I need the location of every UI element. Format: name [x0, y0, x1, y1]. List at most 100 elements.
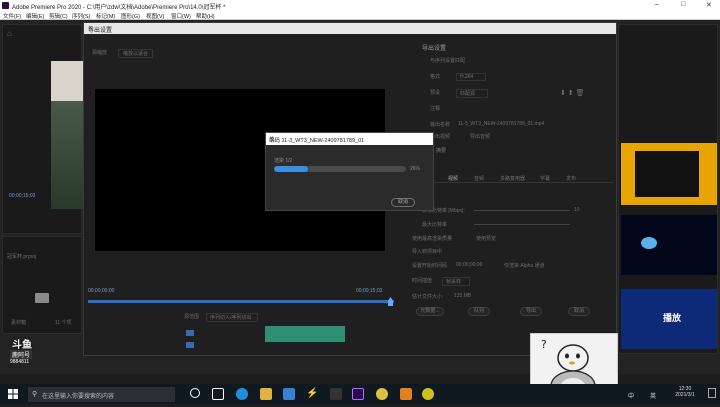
- set-start-tc-checkbox[interactable]: 设置开始时间码: [412, 262, 447, 269]
- dialog-header: 导出设置 ✕: [84, 23, 616, 34]
- use-preview-checkbox[interactable]: 使用预览: [476, 235, 496, 242]
- maximize-icon[interactable]: □: [681, 1, 685, 8]
- save-preset-icon[interactable]: ⬇ ⬆ 🗑: [560, 89, 585, 97]
- tab-audio[interactable]: 音频: [474, 175, 484, 182]
- import-project-checkbox[interactable]: 导入到项目中: [412, 248, 442, 255]
- track-a1-toggle[interactable]: [186, 330, 194, 336]
- start-timecode: 00;00;00;00: [456, 262, 483, 268]
- menu-help[interactable]: 帮助(H): [196, 12, 215, 20]
- settings-tabs: 效果 视频 音频 多路复用器 字幕 发布: [414, 175, 614, 183]
- progress-bar: [274, 166, 406, 172]
- time-interp-select[interactable]: 帧采样: [442, 277, 471, 286]
- range-select[interactable]: 序列切入/序列切出: [206, 313, 259, 322]
- right-panel: 播放: [618, 24, 718, 354]
- menu-view[interactable]: 视图(V): [146, 12, 164, 20]
- time-interp-label: 时间插值: [412, 278, 433, 284]
- project-item[interactable]: 冠军杯.prproj: [7, 253, 36, 260]
- max-bitrate-slider[interactable]: [474, 224, 570, 225]
- progress-percent: 26%: [410, 166, 421, 172]
- render-alpha-checkbox[interactable]: 仅渲染 Alpha 通道: [504, 262, 545, 269]
- task-view-icon[interactable]: [212, 388, 224, 400]
- preset-select[interactable]: 匹配源: [456, 89, 489, 98]
- bitrate-slider[interactable]: [474, 210, 570, 211]
- source-timecode: 00;00;15;03: [9, 193, 36, 199]
- encoding-progress-dialog: 编码 11-3_WT3_NEW-2409781789_01 ✕ 渲染 1/2 2…: [265, 132, 434, 211]
- export-settings-heading: 导出设置: [422, 46, 447, 52]
- edge-icon[interactable]: [236, 388, 248, 400]
- notification-icon[interactable]: [708, 388, 716, 398]
- tc-out: 00;00;15;03: [356, 288, 383, 294]
- ime-indicator[interactable]: 中: [628, 391, 634, 400]
- progress-label: 渲染 1/2: [274, 158, 293, 164]
- source-thumbnail: [51, 61, 83, 209]
- project-panel: 冠军杯.prproj 素材箱 11 个项: [2, 236, 82, 334]
- source-range-bar[interactable]: [88, 300, 394, 303]
- search-placeholder: 在这里输入你要搜索的内容: [42, 394, 115, 400]
- menu-window[interactable]: 窗口(W): [171, 12, 191, 20]
- export-audio-checkbox[interactable]: 导出音频: [470, 133, 490, 140]
- source-scale-select[interactable]: 缩放以适合: [118, 49, 154, 58]
- progress-fill: [274, 166, 309, 172]
- menu-clip[interactable]: 剪辑(C): [49, 12, 68, 20]
- menu-marker[interactable]: 标记(M): [96, 12, 115, 20]
- close-icon[interactable]: ✕: [706, 1, 712, 9]
- cortana-icon[interactable]: [190, 388, 200, 398]
- app-yellow-icon[interactable]: [422, 388, 434, 400]
- cancel-button[interactable]: 取消: [391, 198, 415, 207]
- folder-icon[interactable]: [35, 293, 49, 303]
- menu-sequence[interactable]: 序列(S): [72, 12, 90, 20]
- max-bitrate-label: 最大比特率: [422, 222, 448, 228]
- premiere-taskbar-icon[interactable]: [352, 388, 364, 400]
- thumbnail-3[interactable]: 播放: [621, 289, 717, 349]
- taskbar-clock[interactable]: 12:30 2021/3/1: [670, 386, 700, 398]
- cancel-export-button[interactable]: 取消: [568, 307, 590, 316]
- track-a2-toggle[interactable]: [186, 342, 194, 348]
- menu-graphics[interactable]: 图形(G): [121, 12, 140, 20]
- lang-indicator[interactable]: 英: [650, 391, 656, 400]
- tab-publish[interactable]: 发布: [566, 175, 576, 182]
- store-icon[interactable]: [283, 388, 295, 400]
- progress-header: 编码 11-3_WT3_NEW-2409781789_01 ✕: [266, 133, 433, 145]
- tab-video[interactable]: 视频: [448, 175, 458, 182]
- thumbnail-2[interactable]: [621, 215, 717, 275]
- queue-button[interactable]: 队列: [468, 307, 490, 316]
- search-icon: ⚲: [32, 391, 38, 398]
- dialog-close-icon[interactable]: ✕: [88, 25, 612, 32]
- use-max-quality-checkbox[interactable]: 使用最高渲染质量: [412, 235, 452, 242]
- tc-in: 00;00;00;00: [88, 288, 115, 294]
- filesize-label: 估计文件大小:: [412, 294, 444, 300]
- tab-captions[interactable]: 字幕: [540, 175, 550, 182]
- metadata-button[interactable]: 元数据...: [416, 307, 444, 316]
- range-label: 源范围: [184, 314, 200, 320]
- preset-label: 预设: [430, 90, 441, 96]
- home-icon[interactable]: ⌂: [7, 29, 12, 38]
- thumbnail-1[interactable]: [621, 143, 717, 205]
- douyu-stamp: 斗鱼 鹿阿号 9884811: [10, 340, 33, 365]
- file-explorer-icon[interactable]: [260, 388, 272, 400]
- match-seq-checkbox[interactable]: 与序列设置匹配: [430, 57, 465, 64]
- format-select[interactable]: H.264: [456, 73, 487, 81]
- app-bolt-icon[interactable]: ⚡: [306, 388, 318, 400]
- taskbar-search[interactable]: ⚲ 在这里输入你要搜索的内容: [28, 387, 175, 402]
- notes-label: 注释: [430, 106, 441, 112]
- export-button[interactable]: 导出: [520, 307, 542, 316]
- title-bar: Adobe Premiere Pro 2020 - C:\用户\zdw\文档\A…: [0, 0, 720, 11]
- output-label: 输出名称: [430, 122, 451, 128]
- windows-start-icon[interactable]: [8, 389, 18, 399]
- minimize-icon[interactable]: –: [655, 1, 659, 8]
- filesize-value: 135 MB: [454, 293, 472, 299]
- source-scale-label: 源缩放: [92, 50, 108, 56]
- audio-clip[interactable]: [265, 326, 345, 342]
- clock-date: 2021/3/1: [675, 392, 695, 398]
- app-orange-icon[interactable]: [400, 388, 412, 400]
- bitrate-value: 10: [574, 207, 580, 213]
- window-title: Adobe Premiere Pro 2020 - C:\用户\zdw\文档\A…: [12, 5, 226, 11]
- app-icon[interactable]: [330, 388, 342, 400]
- progress-close-icon[interactable]: ✕: [269, 136, 430, 142]
- chrome-icon[interactable]: [376, 388, 388, 400]
- output-name-link[interactable]: 11-3_WT3_NEW-2409781789_01.mp4: [458, 121, 544, 127]
- tab-multiplexer[interactable]: 多路复用器: [500, 175, 525, 182]
- menu-bar: 文件(F) 编辑(E) 剪辑(C) 序列(S) 标记(M) 图形(G) 视图(V…: [0, 11, 720, 20]
- menu-file[interactable]: 文件(F): [3, 12, 21, 20]
- menu-edit[interactable]: 编辑(E): [26, 12, 44, 20]
